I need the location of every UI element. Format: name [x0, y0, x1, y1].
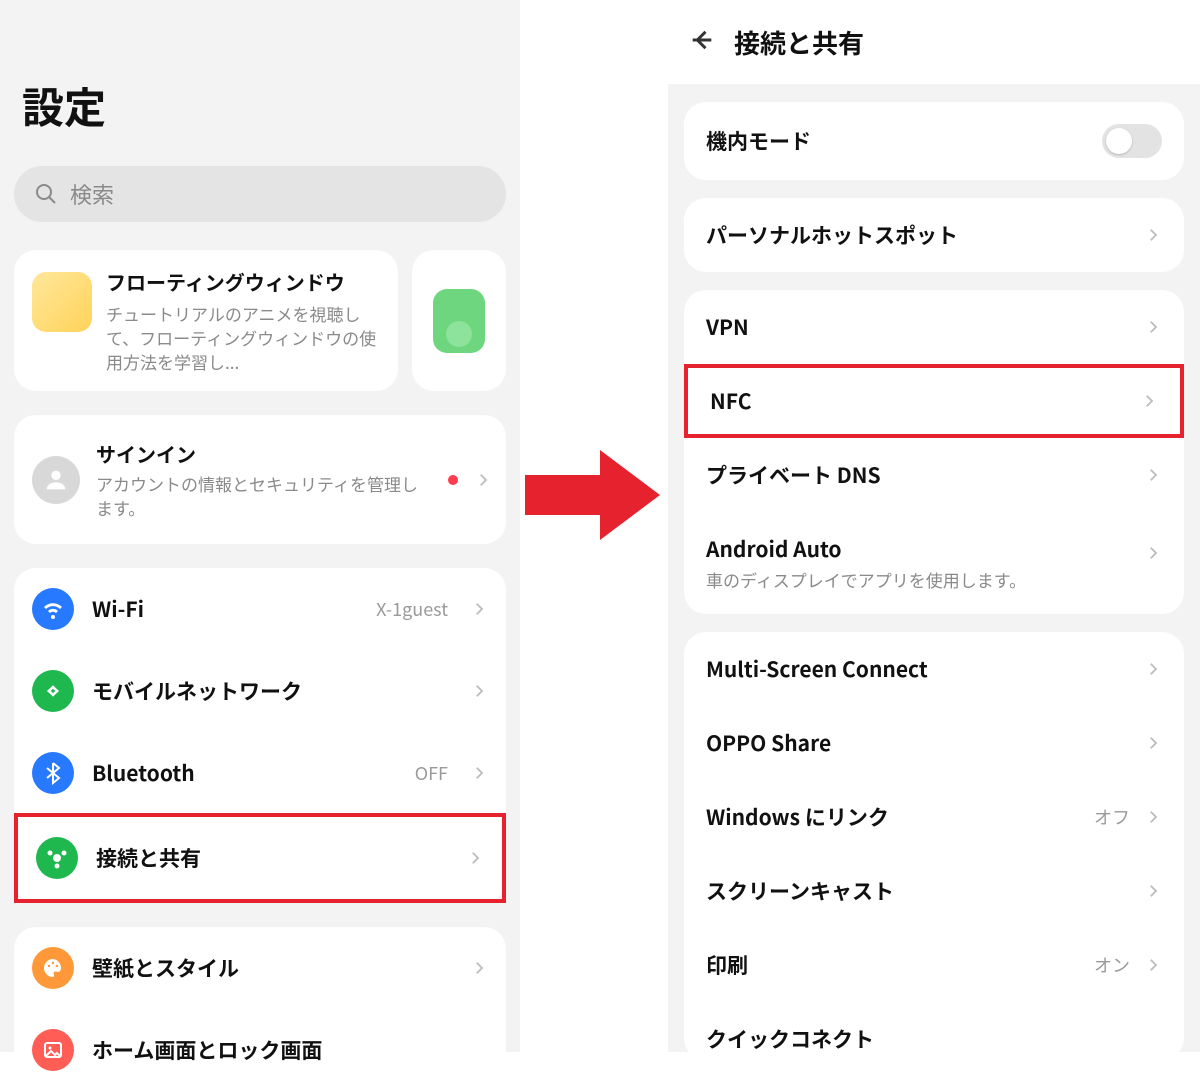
chevron-right-icon	[470, 959, 488, 977]
header-bar: 接続と共有	[668, 0, 1200, 84]
bluetooth-icon	[32, 752, 74, 794]
wifi-status: X-1guest	[376, 596, 448, 622]
hotspot-label: パーソナルホットスポット	[706, 220, 1130, 250]
floating-window-title: フローティングウィンドウ	[106, 268, 380, 296]
chevron-right-icon	[1144, 734, 1162, 752]
screencast-label: スクリーンキャスト	[706, 876, 1130, 906]
chevron-right-icon	[470, 682, 488, 700]
back-button[interactable]	[688, 26, 716, 59]
palette-icon	[32, 947, 74, 989]
wifi-icon	[32, 588, 74, 630]
connection-sharing-row[interactable]: 接続と共有	[14, 813, 506, 903]
mobile-network-icon	[32, 670, 74, 712]
share-label: 接続と共有	[96, 843, 448, 873]
chevron-right-icon	[470, 764, 488, 782]
chevron-right-icon	[1144, 226, 1162, 244]
search-input[interactable]: 検索	[14, 166, 506, 222]
screen-title: 接続と共有	[734, 24, 864, 61]
floating-window-card[interactable]: フローティングウィンドウ チュートリアルのアニメを視聴して、フローティングウィン…	[14, 250, 398, 391]
signin-title: サインイン	[96, 439, 432, 468]
oppo-share-row[interactable]: OPPO Share	[684, 706, 1184, 780]
vpn-label: VPN	[706, 312, 1130, 342]
green-card-icon	[433, 289, 485, 353]
wallpaper-label: 壁紙とスタイル	[92, 953, 452, 983]
chevron-right-icon	[1140, 392, 1158, 410]
share-icon	[36, 837, 78, 879]
chevron-right-icon	[1144, 466, 1162, 484]
multiscreen-row[interactable]: Multi-Screen Connect	[684, 632, 1184, 706]
chevron-right-icon	[474, 471, 492, 489]
winlink-status: オフ	[1094, 804, 1130, 830]
chevron-right-icon	[1144, 544, 1162, 562]
hotspot-row[interactable]: パーソナルホットスポット	[684, 198, 1184, 272]
airplane-toggle[interactable]	[1102, 124, 1162, 158]
print-row[interactable]: 印刷 オン	[684, 928, 1184, 1002]
signin-desc: アカウントの情報とセキュリティを管理します。	[96, 472, 432, 520]
arrow-right-icon	[525, 450, 660, 540]
floating-window-desc: チュートリアルのアニメを視聴して、フローティングウィンドウの使用方法を学習し..…	[106, 302, 380, 373]
screencast-row[interactable]: スクリーンキャスト	[684, 854, 1184, 928]
connection-sharing-screen: 接続と共有 機内モード パーソナルホットスポット VPN NFC プライベート …	[668, 0, 1200, 1052]
chevron-right-icon	[1144, 318, 1162, 336]
winlink-label: Windows にリンク	[706, 802, 1080, 832]
bluetooth-row[interactable]: Bluetooth OFF	[14, 732, 506, 814]
mobile-network-row[interactable]: モバイルネットワーク	[14, 650, 506, 732]
vpn-row[interactable]: VPN	[684, 290, 1184, 364]
android-auto-row[interactable]: Android Auto 車のディスプレイでアプリを使用します。	[684, 512, 1184, 614]
avatar-icon	[32, 456, 80, 504]
nfc-row[interactable]: NFC	[684, 364, 1184, 438]
chevron-right-icon	[1144, 660, 1162, 678]
nfc-label: NFC	[710, 386, 1126, 416]
notification-dot-icon	[448, 475, 458, 485]
wifi-label: Wi-Fi	[92, 594, 358, 624]
mobile-label: モバイルネットワーク	[92, 676, 452, 706]
settings-screen: 設定 検索 フローティングウィンドウ チュートリアルのアニメを視聴して、フローテ…	[0, 0, 520, 1052]
bluetooth-label: Bluetooth	[92, 758, 397, 788]
chevron-right-icon	[1144, 956, 1162, 974]
quick-connect-row[interactable]: クイックコネクト	[684, 1002, 1184, 1060]
dns-label: プライベート DNS	[706, 460, 1130, 490]
chevron-right-icon	[470, 600, 488, 618]
windows-link-row[interactable]: Windows にリンク オフ	[684, 780, 1184, 854]
chevron-right-icon	[1144, 808, 1162, 826]
search-icon	[34, 182, 58, 206]
chevron-right-icon	[466, 849, 484, 867]
chevron-right-icon	[1144, 882, 1162, 900]
bluetooth-status: OFF	[415, 760, 448, 786]
page-title: 設定	[14, 20, 506, 166]
quick-label: クイックコネクト	[706, 1024, 1162, 1054]
print-label: 印刷	[706, 950, 1080, 980]
airplane-label: 機内モード	[706, 126, 1088, 156]
home-lock-row[interactable]: ホーム画面とロック画面	[14, 1009, 506, 1091]
home-label: ホーム画面とロック画面	[92, 1035, 488, 1065]
search-placeholder: 検索	[70, 178, 114, 210]
wallpaper-row[interactable]: 壁紙とスタイル	[14, 927, 506, 1009]
print-status: オン	[1094, 952, 1130, 978]
signin-row[interactable]: サインイン アカウントの情報とセキュリティを管理します。	[14, 415, 506, 544]
android-auto-label: Android Auto	[706, 534, 1130, 564]
opposhare-label: OPPO Share	[706, 728, 1130, 758]
wifi-row[interactable]: Wi-Fi X-1guest	[14, 568, 506, 650]
android-auto-desc: 車のディスプレイでアプリを使用します。	[706, 568, 1130, 592]
airplane-mode-row[interactable]: 機内モード	[684, 102, 1184, 180]
floating-window-icon	[32, 272, 92, 332]
multiscreen-label: Multi-Screen Connect	[706, 654, 1130, 684]
image-icon	[32, 1029, 74, 1071]
private-dns-row[interactable]: プライベート DNS	[684, 438, 1184, 512]
green-card[interactable]	[412, 250, 506, 391]
